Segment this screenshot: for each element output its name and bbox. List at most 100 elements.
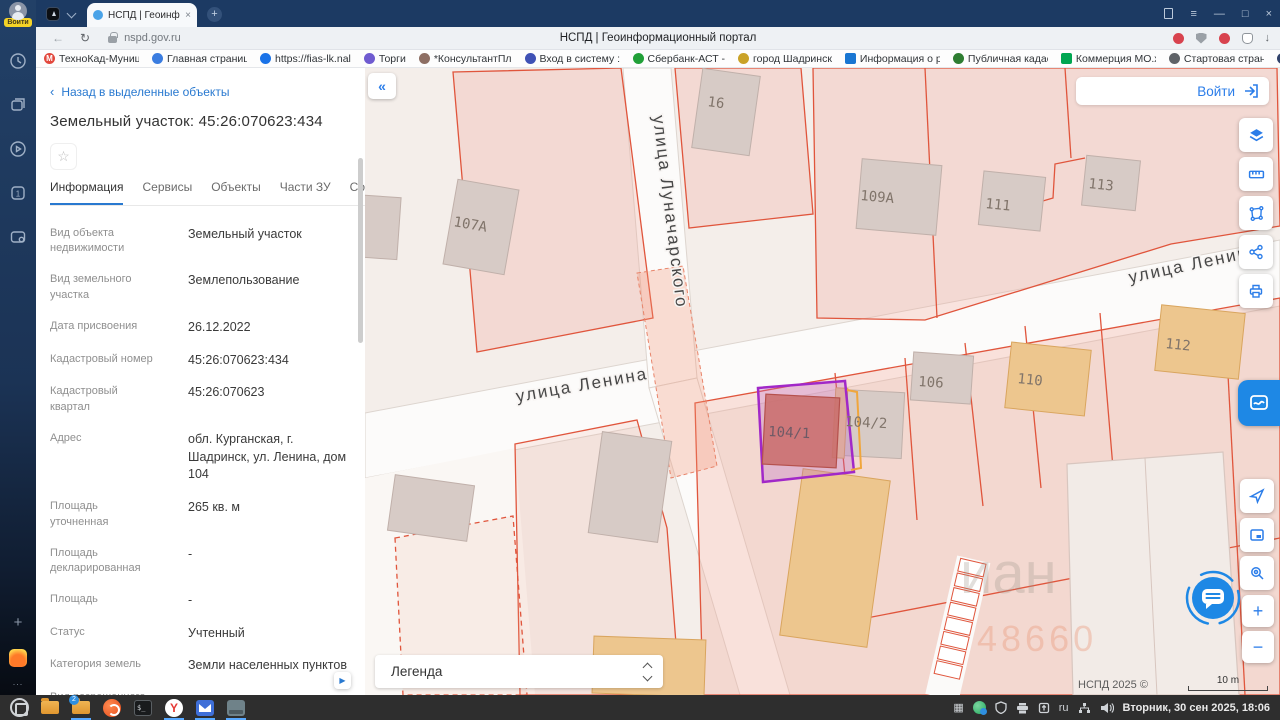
sidebar-add-icon[interactable]: + <box>14 614 23 631</box>
back-chevron-icon: ‹ <box>50 84 54 99</box>
bookmark-item[interactable]: https://fias-lk.nal <box>260 53 351 65</box>
tab-favicon <box>93 10 103 20</box>
tab-strip: НСПД | Геоинформаци × + <box>36 0 1280 27</box>
sidebar-bottom: + ... <box>9 614 27 695</box>
login-icon <box>1243 83 1259 99</box>
tray-grid-icon[interactable]: ▦ <box>953 701 963 714</box>
panel-scrollbar[interactable] <box>358 83 363 683</box>
new-tab-button[interactable]: + <box>207 7 222 22</box>
downloads-icon[interactable]: ↓ <box>1265 32 1271 44</box>
tray-update-icon[interactable] <box>1038 702 1050 714</box>
bookmark-item[interactable]: Сбербанк-АСТ - <box>633 53 726 65</box>
alice-app-icon[interactable] <box>9 649 27 667</box>
files-button[interactable] <box>37 695 63 720</box>
legend-chevrons-icon <box>644 664 651 680</box>
taskbar-clock[interactable]: Вторник, 30 сен 2025, 18:06 <box>1123 702 1270 714</box>
tab-close-icon[interactable]: × <box>185 10 191 21</box>
bookmark-favicon <box>1061 53 1072 64</box>
tab-objects[interactable]: Объекты <box>211 180 261 205</box>
bookmark-item[interactable]: Вход в систему :: <box>525 53 620 65</box>
zoom-out-button[interactable]: − <box>1242 631 1274 663</box>
volume-icon[interactable] <box>1100 702 1114 714</box>
bookmark-item[interactable]: Коммерция МО.х <box>1061 53 1156 65</box>
browser-app-icon[interactable] <box>46 7 60 21</box>
scrollbar-thumb[interactable] <box>358 158 363 343</box>
share-button[interactable] <box>1239 235 1273 269</box>
field-row: Площадь- <box>50 585 349 618</box>
screenshot-icon[interactable] <box>8 227 28 247</box>
bookmark-favicon <box>152 53 163 64</box>
yandex-browser-button[interactable]: Y <box>161 695 187 720</box>
screen: НСПД | Геоинформаци × + ≡ — □ × ← ↻ nspd… <box>0 0 1280 720</box>
window-app-button[interactable] <box>223 695 249 720</box>
page-title: НСПД | Геоинформационный портал <box>36 32 1280 44</box>
select-area-button[interactable] <box>1239 196 1273 230</box>
scale-bar: 10 m <box>1188 675 1268 691</box>
files-window-button[interactable]: 2 <box>68 695 94 720</box>
bookmark-item[interactable]: город Шадринск <box>738 53 832 65</box>
mail-button[interactable] <box>192 695 218 720</box>
extension-icon[interactable] <box>1242 33 1253 44</box>
red-app-icon <box>103 699 121 717</box>
bookmark-item[interactable]: Торги <box>364 53 406 65</box>
layers-button[interactable] <box>1239 118 1273 152</box>
tray-sync-icon[interactable] <box>973 701 986 714</box>
tabs-scroll-right-button[interactable]: ▶ <box>334 672 351 689</box>
window-controls: ≡ — □ × <box>1164 0 1272 27</box>
share-icon <box>1248 244 1264 260</box>
video-icon[interactable] <box>8 139 28 159</box>
terminal-button[interactable]: $_ <box>130 695 156 720</box>
tray-printer-icon[interactable] <box>1016 702 1029 714</box>
back-link[interactable]: ‹ Назад в выделенные объекты <box>50 84 365 99</box>
sidebar-more-icon[interactable]: ... <box>13 677 24 687</box>
print-button[interactable] <box>1239 274 1273 308</box>
close-button[interactable]: × <box>1266 8 1272 20</box>
bookmark-item[interactable]: Стартовая стран <box>1169 53 1264 65</box>
bookmark-item[interactable]: MТехноКад-Муниц <box>44 53 139 65</box>
tab-parts[interactable]: Части ЗУ <box>280 180 331 205</box>
bookmark-item[interactable]: Публичная кадас <box>953 53 1048 65</box>
bookmark-item[interactable]: Главная страниц <box>152 53 247 65</box>
tab-information[interactable]: Информация <box>50 180 123 205</box>
shield-extension-icon[interactable] <box>1196 33 1207 44</box>
panel-collapse-button[interactable]: « <box>368 73 396 99</box>
bookmark-item[interactable]: Информация о р <box>845 53 940 65</box>
zoom-in-button[interactable]: + <box>1242 595 1274 627</box>
legend-dropdown[interactable]: Легенда <box>375 655 663 688</box>
tab-list-chevron-icon[interactable] <box>67 9 77 19</box>
tab-services[interactable]: Сервисы <box>142 180 192 205</box>
bookmarks-panel-icon[interactable] <box>1164 8 1173 19</box>
extension-icon[interactable] <box>1219 33 1230 44</box>
chat-button[interactable] <box>1184 569 1242 627</box>
field-row: Вид земельного участкаЗемлепользование <box>50 265 349 312</box>
app-button[interactable] <box>99 695 125 720</box>
bookmark-favicon <box>525 53 536 64</box>
map-signin-button[interactable]: Войти <box>1076 77 1269 105</box>
drawing-flyout-tab[interactable] <box>1238 380 1280 426</box>
extension-icon[interactable] <box>1173 33 1184 44</box>
bookmark-item[interactable]: *КонсультантПл <box>419 53 512 65</box>
search-coordinates-button[interactable] <box>1240 556 1274 590</box>
profile-avatar[interactable] <box>9 2 27 20</box>
map-canvas[interactable]: иан 48660 улица Луначарского улица Ленин… <box>365 68 1280 695</box>
overview-button[interactable] <box>1240 518 1274 552</box>
bookmark-favicon: M <box>44 53 55 64</box>
start-menu-button[interactable] <box>6 695 32 720</box>
active-tab[interactable]: НСПД | Геоинформаци × <box>87 3 197 27</box>
locate-button[interactable] <box>1240 479 1274 513</box>
language-indicator[interactable]: ru <box>1059 702 1069 714</box>
watermark-number: 48660 <box>977 618 1097 659</box>
object-info-panel: ‹ Назад в выделенные объекты Земельный у… <box>36 68 365 695</box>
tab-counter-icon[interactable]: 1 <box>8 183 28 203</box>
network-icon[interactable] <box>1078 702 1091 714</box>
tabs-icon[interactable] <box>8 95 28 115</box>
measure-button[interactable] <box>1239 157 1273 191</box>
menu-icon[interactable]: ≡ <box>1190 8 1196 20</box>
favorite-star-button[interactable]: ☆ <box>50 143 77 170</box>
collapse-icon: « <box>378 78 386 94</box>
history-icon[interactable] <box>8 51 28 71</box>
chat-bubble-icon <box>1184 569 1242 627</box>
minimize-button[interactable]: — <box>1214 8 1225 20</box>
maximize-button[interactable]: □ <box>1242 8 1249 20</box>
tray-shield-icon[interactable] <box>995 701 1007 714</box>
